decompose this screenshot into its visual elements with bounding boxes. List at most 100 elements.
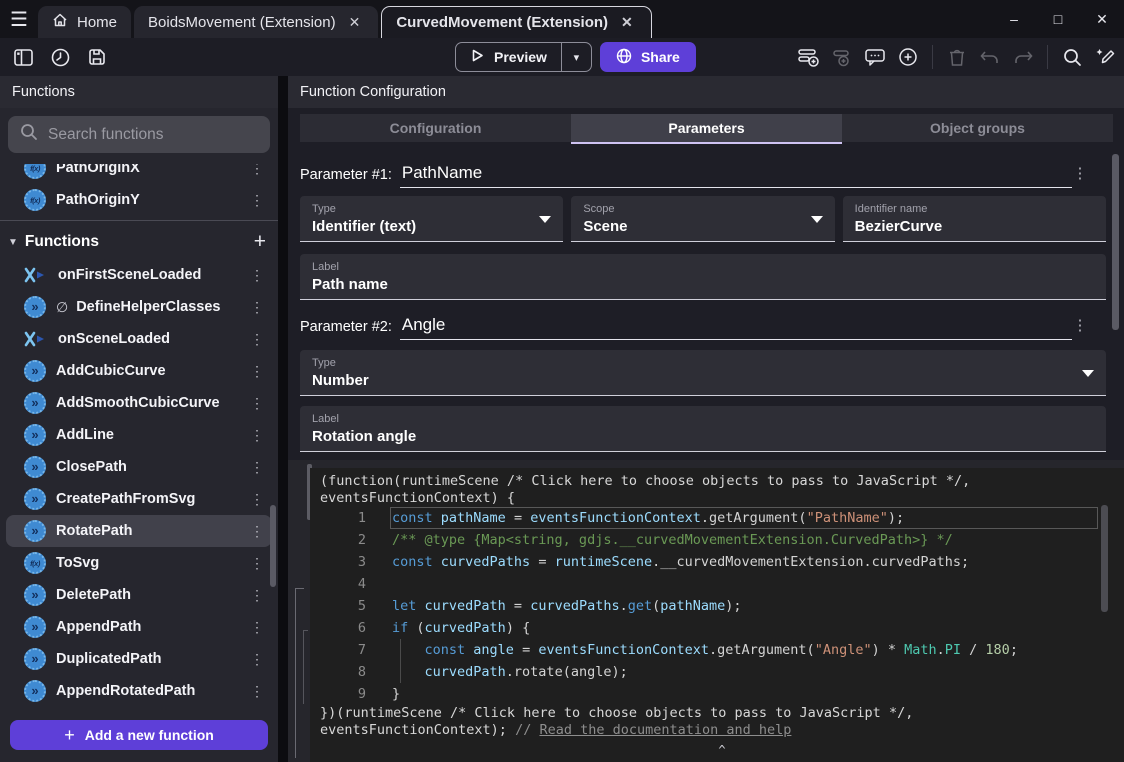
sidebar-item-AddLine[interactable]: »AddLine⋮ bbox=[6, 419, 272, 451]
sidebar-item-PathOriginX[interactable]: f(x)PathOriginX⋮ bbox=[6, 164, 272, 184]
share-button[interactable]: Share bbox=[600, 42, 696, 72]
item-menu-icon[interactable]: ⋮ bbox=[250, 363, 264, 380]
code-line-6[interactable]: 6if (curvedPath) { bbox=[320, 617, 1124, 639]
item-menu-icon[interactable]: ⋮ bbox=[250, 619, 264, 636]
add-more-events-icon[interactable] bbox=[895, 44, 921, 70]
type-select[interactable]: Type Number bbox=[300, 350, 1106, 396]
history-icon[interactable] bbox=[47, 44, 73, 70]
item-menu-icon[interactable]: ⋮ bbox=[250, 427, 264, 444]
code-scrollbar[interactable] bbox=[1101, 505, 1108, 612]
sidebar-scrollbar[interactable] bbox=[270, 505, 276, 587]
item-menu-icon[interactable]: ⋮ bbox=[250, 587, 264, 604]
item-menu-icon[interactable]: ⋮ bbox=[250, 267, 264, 284]
parameter-1-name-input[interactable] bbox=[400, 163, 1072, 188]
item-menu-icon[interactable]: ⋮ bbox=[250, 523, 264, 540]
sidebar-item-DuplicatedPath[interactable]: »DuplicatedPath⋮ bbox=[6, 643, 272, 675]
item-menu-icon[interactable]: ⋮ bbox=[250, 491, 264, 508]
preview-button[interactable]: Preview ▾ bbox=[455, 42, 592, 72]
code-line-4[interactable]: 4 bbox=[320, 573, 1124, 595]
search-box[interactable] bbox=[8, 116, 270, 153]
undo-icon[interactable] bbox=[977, 44, 1003, 70]
function-name: ClosePath bbox=[56, 459, 244, 475]
identifier-name-field[interactable]: Identifier name BezierCurve bbox=[843, 196, 1106, 242]
functions-section-header[interactable]: ▼ Functions + bbox=[0, 225, 278, 259]
edit-mode-icon[interactable] bbox=[1092, 44, 1118, 70]
code-line-2[interactable]: 2/** @type {Map<string, gdjs.__curvedMov… bbox=[320, 529, 1124, 551]
close-button[interactable]: ✕ bbox=[1080, 0, 1124, 38]
code-line-7[interactable]: 7 const angle = eventsFunctionContext.ge… bbox=[320, 639, 1124, 661]
documentation-link[interactable]: Read the documentation and help bbox=[539, 722, 791, 738]
item-menu-icon[interactable]: ⋮ bbox=[250, 192, 264, 209]
add-function-icon[interactable]: + bbox=[254, 230, 266, 254]
toolbar-right-group bbox=[796, 38, 1118, 76]
tab-parameters[interactable]: Parameters bbox=[571, 114, 842, 142]
sidebar-item-DeletePath[interactable]: »DeletePath⋮ bbox=[6, 579, 272, 611]
code-line-8[interactable]: 8 curvedPath.rotate(angle); bbox=[320, 661, 1124, 683]
parameter-1-menu-icon[interactable]: ⋮ bbox=[1072, 164, 1088, 182]
item-menu-icon[interactable]: ⋮ bbox=[250, 299, 264, 316]
sidebar-item-AppendRotatedPath[interactable]: »AppendRotatedPath⋮ bbox=[6, 675, 272, 707]
panel-scrollbar[interactable] bbox=[1112, 154, 1119, 330]
add-new-function-button[interactable]: + Add a new function bbox=[10, 720, 268, 750]
action-function-icon: » bbox=[24, 616, 46, 638]
scope-select[interactable]: Scope Scene bbox=[571, 196, 834, 242]
type-select[interactable]: Type Identifier (text) bbox=[300, 196, 563, 242]
sidebar-item-PathOriginY[interactable]: f(x)PathOriginY⋮ bbox=[6, 184, 272, 216]
code-line-1[interactable]: 1const pathName = eventsFunctionContext.… bbox=[320, 507, 1124, 529]
save-icon[interactable] bbox=[84, 44, 110, 70]
maximize-button[interactable]: □ bbox=[1036, 0, 1080, 38]
item-menu-icon[interactable]: ⋮ bbox=[250, 651, 264, 668]
sidebar-item-onFirstSceneLoaded[interactable]: onFirstSceneLoaded⋮ bbox=[6, 259, 272, 291]
collapse-triangle-icon[interactable]: ▼ bbox=[8, 237, 18, 248]
tab-home[interactable]: Home bbox=[38, 6, 131, 38]
tab-boidsmovement[interactable]: BoidsMovement (Extension) ✕ bbox=[134, 6, 378, 38]
sidebar-item-RotatePath[interactable]: »RotatePath⋮ bbox=[6, 515, 272, 547]
sidebar-item-ToSvg[interactable]: f(x)ToSvg⋮ bbox=[6, 547, 272, 579]
add-subevent-icon[interactable] bbox=[829, 44, 855, 70]
code-line-9[interactable]: 9} bbox=[320, 683, 1124, 705]
add-comment-icon[interactable] bbox=[862, 44, 888, 70]
menu-icon[interactable]: ☰ bbox=[0, 0, 38, 38]
item-menu-icon[interactable]: ⋮ bbox=[250, 331, 264, 348]
tab-object-groups[interactable]: Object groups bbox=[842, 114, 1113, 142]
item-menu-icon[interactable]: ⋮ bbox=[250, 555, 264, 572]
project-manager-icon[interactable] bbox=[10, 44, 36, 70]
collapse-caret-icon[interactable]: ^ bbox=[320, 743, 1124, 757]
code-editor[interactable]: (function(runtimeScene /* Click here to … bbox=[310, 468, 1124, 762]
sidebar-item-onSceneLoaded[interactable]: onSceneLoaded⋮ bbox=[6, 323, 272, 355]
sidebar-item-DefineHelperClasses[interactable]: »∅DefineHelperClasses⋮ bbox=[6, 291, 272, 323]
sidebar-item-AddCubicCurve[interactable]: »AddCubicCurve⋮ bbox=[6, 355, 272, 387]
minimize-button[interactable]: – bbox=[992, 0, 1036, 38]
tab-curvedmovement[interactable]: CurvedMovement (Extension) ✕ bbox=[381, 6, 651, 38]
redo-icon[interactable] bbox=[1010, 44, 1036, 70]
close-tab-icon[interactable]: ✕ bbox=[617, 12, 637, 33]
sidebar-item-AppendPath[interactable]: »AppendPath⋮ bbox=[6, 611, 272, 643]
code-line-5[interactable]: 5let curvedPath = curvedPaths.get(pathNa… bbox=[320, 595, 1124, 617]
preview-dropdown-button[interactable]: ▾ bbox=[561, 42, 591, 72]
item-menu-icon[interactable]: ⋮ bbox=[250, 395, 264, 412]
code-wrapper-line[interactable]: (function(runtimeScene /* Click here to … bbox=[320, 473, 1124, 490]
search-input[interactable] bbox=[48, 126, 258, 144]
item-menu-icon[interactable]: ⋮ bbox=[250, 164, 264, 177]
item-menu-icon[interactable]: ⋮ bbox=[250, 459, 264, 476]
add-function-label: Add a new function bbox=[85, 727, 214, 743]
sidebar-item-ClosePath[interactable]: »ClosePath⋮ bbox=[6, 451, 272, 483]
close-tab-icon[interactable]: ✕ bbox=[345, 12, 365, 33]
add-event-icon[interactable] bbox=[796, 44, 822, 70]
item-menu-icon[interactable]: ⋮ bbox=[250, 683, 264, 700]
preview-button-main[interactable]: Preview bbox=[456, 48, 561, 66]
search-icon[interactable] bbox=[1059, 44, 1085, 70]
delete-icon[interactable] bbox=[944, 44, 970, 70]
label-field[interactable]: Label Rotation angle bbox=[300, 406, 1106, 452]
parameter-2-name-input[interactable] bbox=[400, 315, 1072, 340]
code-line-3[interactable]: 3const curvedPaths = runtimeScene.__curv… bbox=[320, 551, 1124, 573]
label-field[interactable]: Label Path name bbox=[300, 254, 1106, 300]
tab-configuration[interactable]: Configuration bbox=[300, 114, 571, 142]
sidebar-item-SpeedScaleY[interactable]: f(x)SpeedScaleY⋮ bbox=[6, 707, 272, 708]
field-label: Identifier name bbox=[855, 203, 1094, 215]
code-wrapper-line[interactable]: })(runtimeScene /* Click here to choose … bbox=[320, 705, 1124, 722]
sidebar-item-AddSmoothCubicCurve[interactable]: »AddSmoothCubicCurve⋮ bbox=[6, 387, 272, 419]
play-icon bbox=[470, 48, 485, 66]
sidebar-item-CreatePathFromSvg[interactable]: »CreatePathFromSvg⋮ bbox=[6, 483, 272, 515]
parameter-2-menu-icon[interactable]: ⋮ bbox=[1072, 316, 1088, 334]
